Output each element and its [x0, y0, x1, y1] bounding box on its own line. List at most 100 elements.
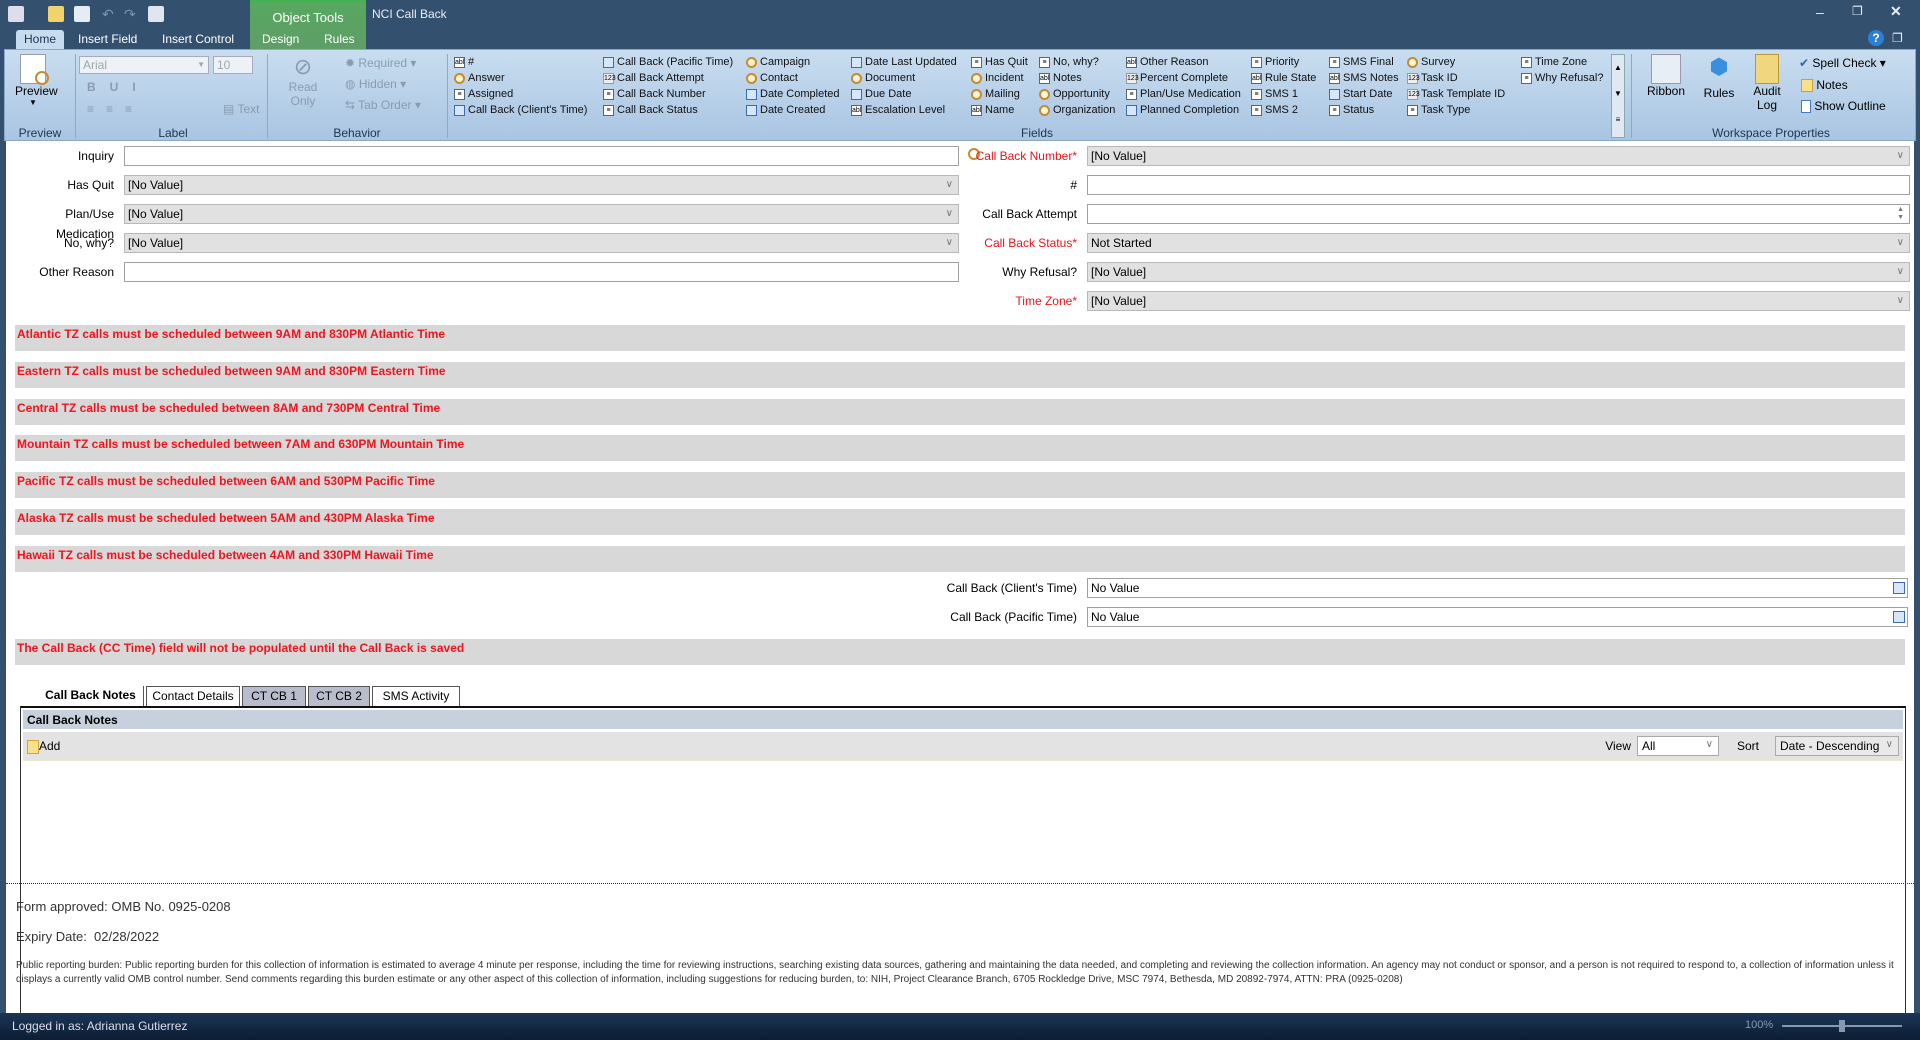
- field-item[interactable]: abl Escalation Level: [851, 102, 957, 118]
- sort-select[interactable]: Date - Descending ∨: [1775, 736, 1899, 756]
- field-item[interactable]: Date Created: [746, 102, 840, 118]
- field-item[interactable]: Opportunity: [1039, 86, 1115, 102]
- save-close-icon[interactable]: [74, 6, 90, 22]
- tab-sms-activity[interactable]: SMS Activity: [372, 686, 460, 706]
- callback-datetime-field[interactable]: No Value: [1087, 607, 1908, 627]
- has-quit-field[interactable]: [No Value] ∨: [124, 175, 959, 195]
- field-item[interactable]: ≡ Call Back Number: [603, 86, 733, 102]
- right-field[interactable]: [1087, 175, 1910, 195]
- tab-ct-cb-1[interactable]: CT CB 1: [242, 686, 306, 706]
- preview-quick-icon[interactable]: [148, 6, 164, 22]
- audit-log-button[interactable]: Audit Log: [1749, 54, 1785, 112]
- undo-icon[interactable]: ↶: [102, 6, 118, 22]
- field-item[interactable]: 123 Task ID: [1407, 70, 1505, 86]
- zoom-thumb[interactable]: [1839, 1020, 1845, 1032]
- tab-rules[interactable]: Rules: [316, 30, 363, 49]
- tab-insert-control[interactable]: Insert Control: [154, 30, 242, 49]
- field-item[interactable]: ≡ SMS 1: [1251, 86, 1316, 102]
- align-buttons[interactable]: ≡≡≡: [87, 102, 144, 116]
- text-button[interactable]: ▤ Text: [223, 102, 259, 116]
- field-item[interactable]: Mailing: [971, 86, 1028, 102]
- field-item[interactable]: Answer: [454, 70, 587, 86]
- field-item[interactable]: 123 Task Template ID: [1407, 86, 1505, 102]
- field-item[interactable]: ≡ SMS Final: [1329, 54, 1399, 70]
- field-item[interactable]: Organization: [1039, 102, 1115, 118]
- right-field[interactable]: [No Value] ∨: [1087, 291, 1910, 311]
- field-column: ≡ No, why? abl Notes Opportunity Organization: [1039, 54, 1115, 118]
- view-select[interactable]: All ∨: [1637, 736, 1719, 756]
- format-buttons[interactable]: BUI: [87, 80, 150, 94]
- spinner-icon[interactable]: ▲ ▼: [1897, 206, 1904, 222]
- redo-icon[interactable]: ↷: [124, 6, 140, 22]
- show-outline-button[interactable]: Show Outline: [1801, 99, 1886, 114]
- other-reason-field[interactable]: [124, 262, 959, 282]
- field-item[interactable]: Date Last Updated: [851, 54, 957, 70]
- tab-contact-details[interactable]: Contact Details: [146, 686, 240, 706]
- spell-check-button[interactable]: ✔ Spell Check ▾: [1799, 56, 1886, 70]
- field-item[interactable]: Due Date: [851, 86, 957, 102]
- close-button[interactable]: ✕: [1890, 3, 1902, 20]
- right-field[interactable]: [No Value] ∨: [1087, 262, 1910, 282]
- right-field[interactable]: [No Value] ∨: [1087, 146, 1910, 166]
- tab-insert-field[interactable]: Insert Field: [70, 30, 145, 49]
- tab-call-back-notes[interactable]: Call Back Notes: [38, 686, 144, 706]
- field-item[interactable]: Planned Completion: [1126, 102, 1241, 118]
- field-item[interactable]: Call Back (Pacific Time): [603, 54, 733, 70]
- field-item[interactable]: Document: [851, 70, 957, 86]
- right-field[interactable]: Not Started ∨: [1087, 233, 1910, 253]
- field-item[interactable]: abl Rule State: [1251, 70, 1316, 86]
- tab-ct-cb-2[interactable]: CT CB 2: [308, 686, 370, 706]
- field-item[interactable]: Date Completed: [746, 86, 840, 102]
- field-item[interactable]: Contact: [746, 70, 840, 86]
- inquiry-field[interactable]: [124, 146, 980, 166]
- field-item[interactable]: Campaign: [746, 54, 840, 70]
- minimize-button[interactable]: ‒: [1816, 4, 1824, 20]
- field-item[interactable]: ≡ Call Back Status: [603, 102, 733, 118]
- field-item[interactable]: ≡ Assigned: [454, 86, 587, 102]
- zoom-slider[interactable]: [1782, 1020, 1902, 1032]
- restore-ribbon-icon[interactable]: ❐: [1892, 31, 1903, 45]
- save-icon[interactable]: [48, 6, 64, 22]
- calendar-icon[interactable]: [1893, 582, 1905, 594]
- field-item[interactable]: 123 Percent Complete: [1126, 70, 1241, 86]
- ribbon-button[interactable]: Ribbon: [1643, 54, 1689, 98]
- help-icon[interactable]: ?: [1868, 30, 1884, 46]
- notes-button[interactable]: Notes: [1801, 78, 1848, 93]
- tab-design[interactable]: Design: [254, 30, 307, 49]
- calendar-icon[interactable]: [1893, 611, 1905, 623]
- field-item[interactable]: ≡ Time Zone: [1521, 54, 1603, 70]
- rules-button[interactable]: ⬢ Rules: [1699, 54, 1739, 100]
- field-item[interactable]: ≡ Why Refusal?: [1521, 70, 1603, 86]
- field-item[interactable]: ≡ Plan/Use Medication: [1126, 86, 1241, 102]
- tab-order-button[interactable]: ⇆ Tab Order ▾: [345, 98, 421, 112]
- font-size-select[interactable]: 10: [213, 56, 253, 74]
- font-family-select[interactable]: Arial ▼: [79, 56, 209, 74]
- field-item[interactable]: ≡ Status: [1329, 102, 1399, 118]
- field-item[interactable]: abl Other Reason: [1126, 54, 1241, 70]
- callback-datetime-field[interactable]: No Value: [1087, 578, 1908, 598]
- field-item[interactable]: ≡ Priority: [1251, 54, 1316, 70]
- field-item[interactable]: abl Name: [971, 102, 1028, 118]
- field-item[interactable]: ≡ SMS 2: [1251, 102, 1316, 118]
- plan-use-medication-field[interactable]: [No Value] ∨: [124, 204, 959, 224]
- field-item[interactable]: abl SMS Notes: [1329, 70, 1399, 86]
- restore-button[interactable]: ❐: [1852, 4, 1863, 18]
- field-item[interactable]: ≡ Task Type: [1407, 102, 1505, 118]
- add-note-button[interactable]: Add: [27, 739, 60, 754]
- field-item[interactable]: ≡ No, why?: [1039, 54, 1115, 70]
- field-item[interactable]: abl Notes: [1039, 70, 1115, 86]
- field-item[interactable]: ≡ Has Quit: [971, 54, 1028, 70]
- field-item[interactable]: Incident: [971, 70, 1028, 86]
- field-item[interactable]: Survey: [1407, 54, 1505, 70]
- tab-home[interactable]: Home: [16, 30, 65, 49]
- no-why-field[interactable]: [No Value] ∨: [124, 233, 959, 253]
- preview-button[interactable]: Preview ▼: [15, 54, 58, 107]
- field-item[interactable]: 123 Call Back Attempt: [603, 70, 733, 86]
- right-field[interactable]: ▲ ▼: [1087, 204, 1910, 224]
- read-only-button[interactable]: ⊘ Read Only: [283, 54, 323, 108]
- field-item[interactable]: abl #: [454, 54, 587, 70]
- hidden-button[interactable]: ◍ Hidden ▾: [345, 77, 406, 91]
- required-button[interactable]: ✹ Required ▾: [345, 56, 416, 70]
- field-item[interactable]: Call Back (Client's Time): [454, 102, 587, 118]
- field-item[interactable]: Start Date: [1329, 86, 1399, 102]
